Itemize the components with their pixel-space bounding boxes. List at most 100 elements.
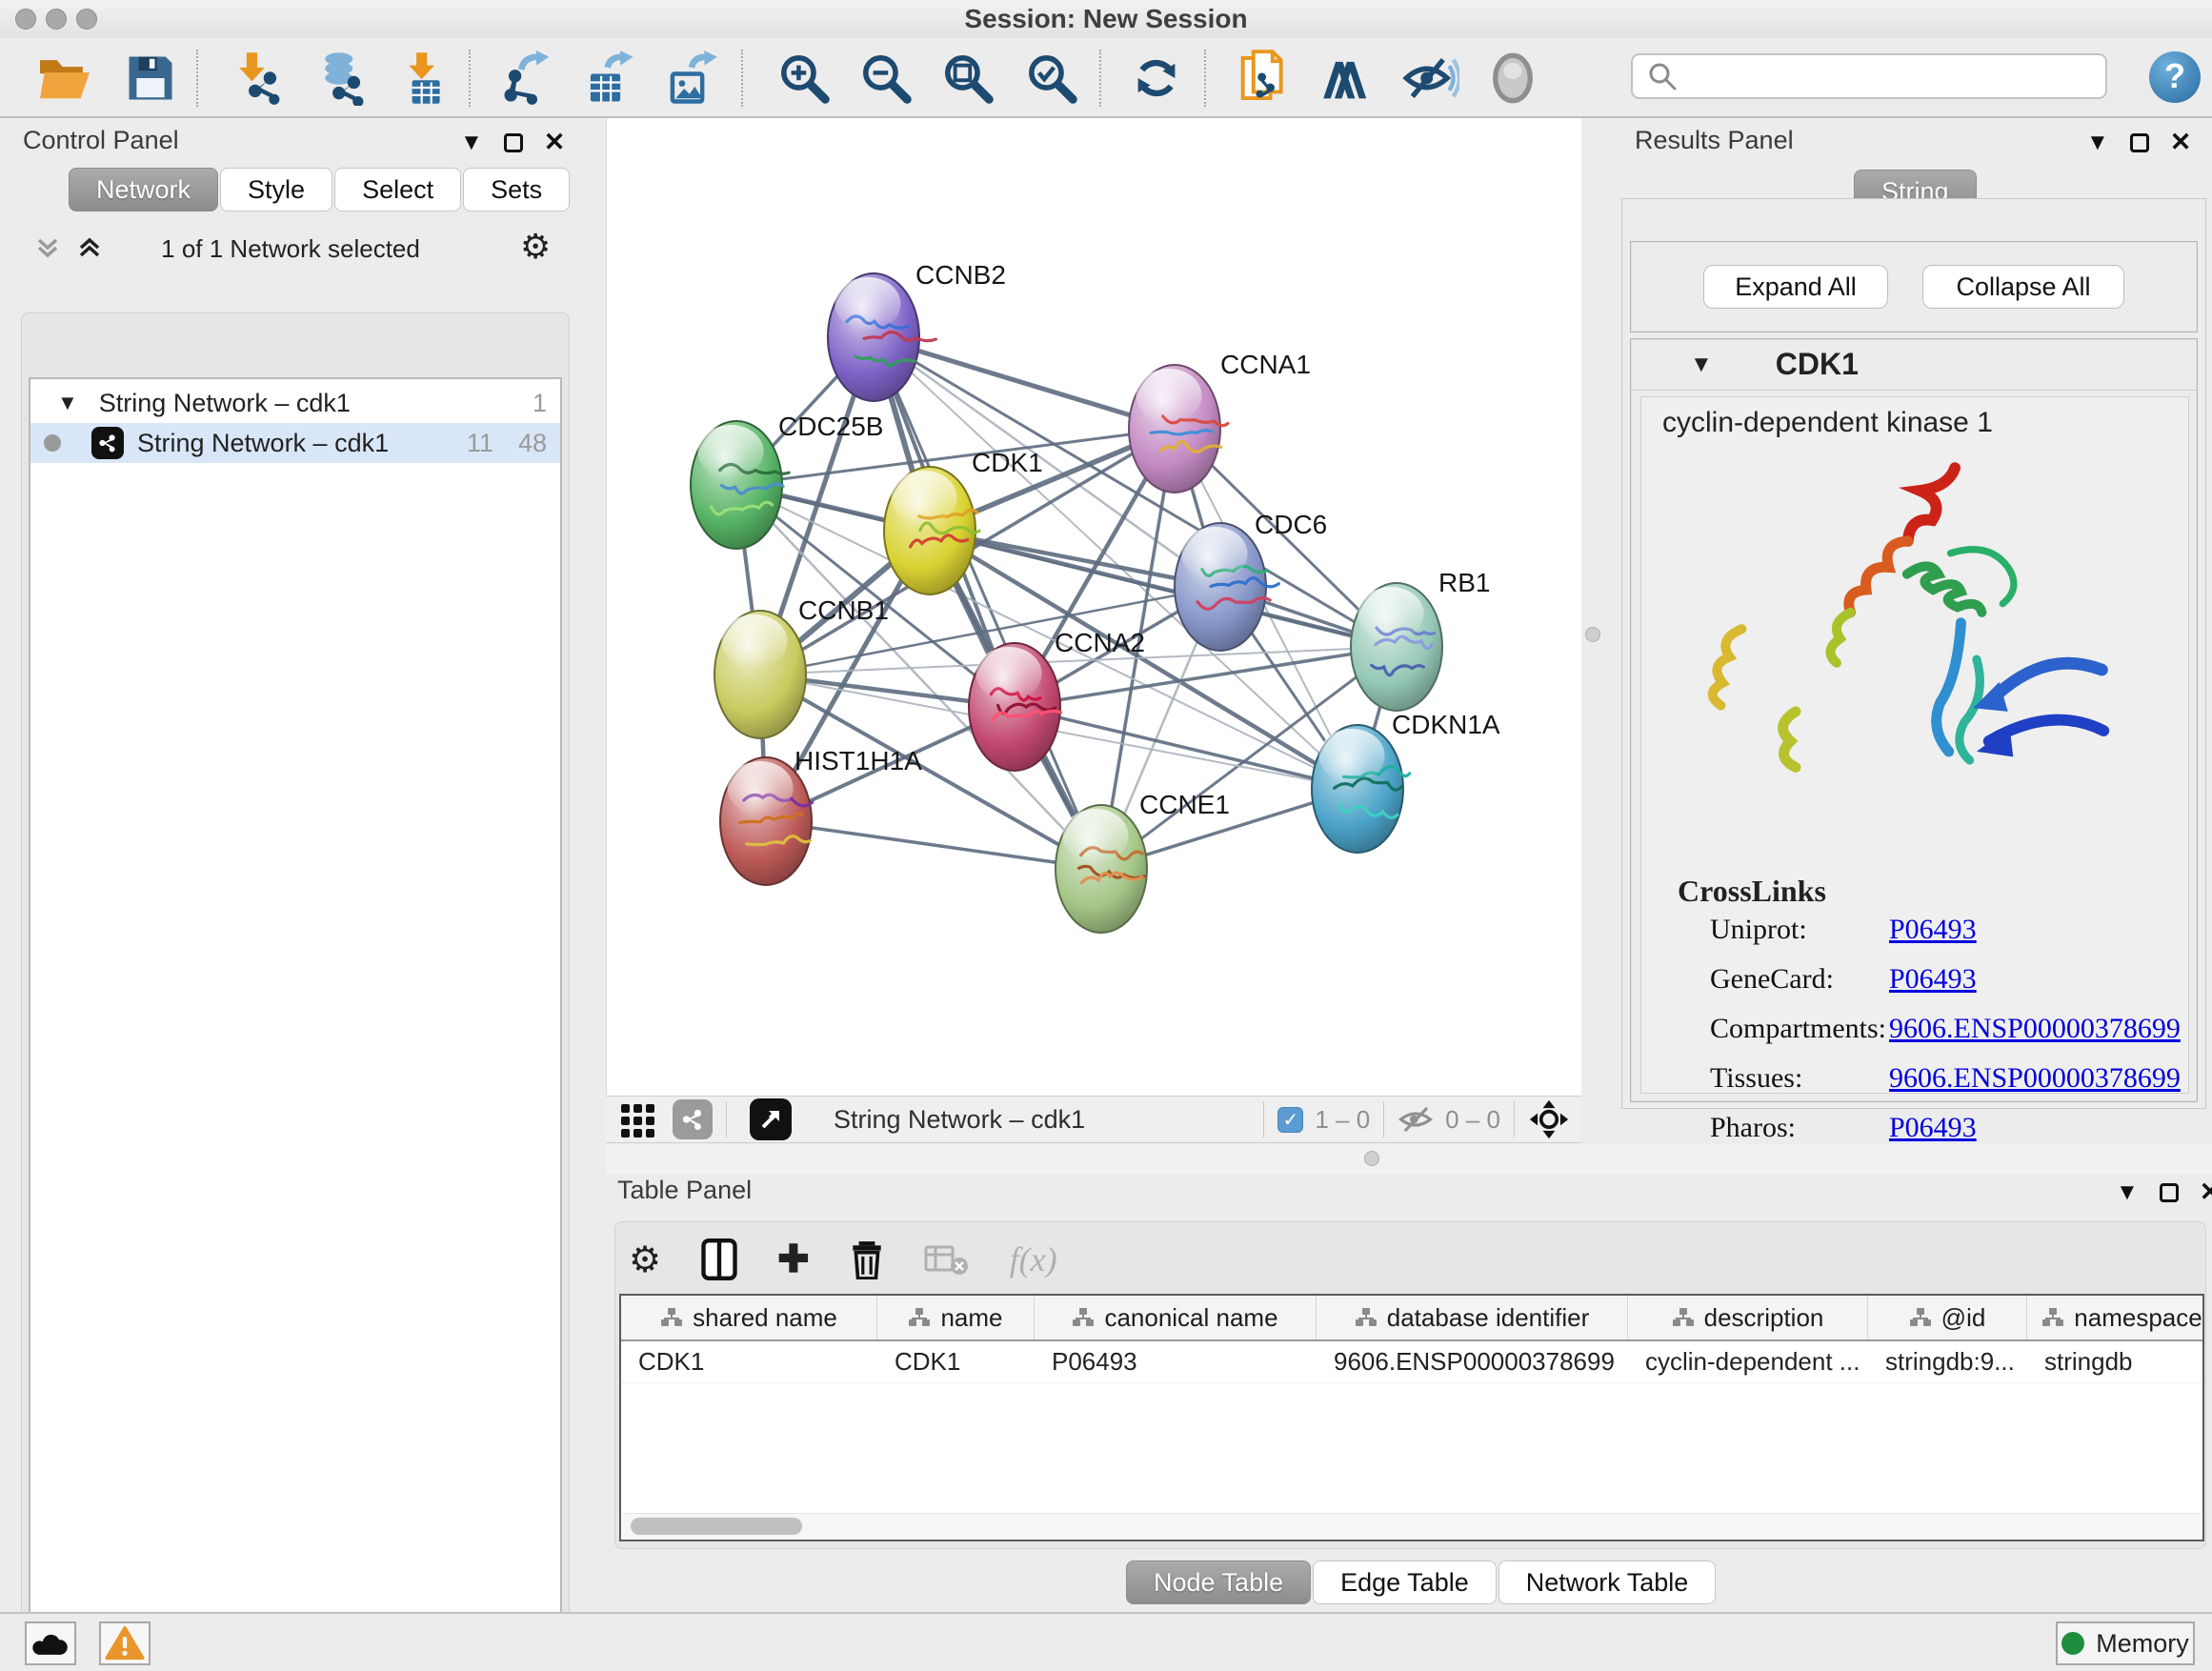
close-panel-icon[interactable]: ✕ xyxy=(544,128,566,157)
collapse-all-networks-icon[interactable] xyxy=(34,234,61,261)
clone-network-icon[interactable] xyxy=(1235,48,1296,109)
collection-expand-icon[interactable]: ▼ xyxy=(57,391,78,415)
network-node-RB1[interactable]: RB1 xyxy=(1351,568,1490,711)
save-session-icon[interactable] xyxy=(120,48,181,109)
column-header-name[interactable]: name xyxy=(877,1296,1035,1339)
panel-menu-icon[interactable]: ▼ xyxy=(460,130,483,156)
column-header-@id[interactable]: @id xyxy=(1868,1296,2027,1339)
column-header-database-identifier[interactable]: database identifier xyxy=(1317,1296,1628,1339)
fit-content-crosshair-icon[interactable] xyxy=(1528,1098,1570,1140)
network-options-gear-icon[interactable]: ⚙ xyxy=(520,227,551,267)
export-image-icon[interactable] xyxy=(661,48,722,109)
vertical-splitter[interactable] xyxy=(1581,118,1621,1155)
tab-edge-table[interactable]: Edge Table xyxy=(1313,1560,1497,1604)
column-header-namespace[interactable]: namespace xyxy=(2027,1296,2204,1339)
close-panel-icon[interactable]: ✕ xyxy=(2200,1178,2212,1207)
network-node-CCNE1[interactable]: CCNE1 xyxy=(1056,790,1230,933)
column-header-description[interactable]: description xyxy=(1628,1296,1868,1339)
crosslink-row: GeneCard:P06493 xyxy=(1641,963,2188,1013)
crosslink-link[interactable]: P06493 xyxy=(1889,914,1977,946)
expand-all-networks-icon[interactable] xyxy=(76,234,103,261)
import-network-database-icon[interactable] xyxy=(311,48,372,109)
network-node-CDC25B[interactable]: CDC25B xyxy=(691,412,883,549)
table-hscrollbar[interactable] xyxy=(623,1513,2201,1538)
zoom-fit-icon[interactable] xyxy=(937,48,998,109)
table-cell[interactable]: cyclin-dependent ... xyxy=(1628,1341,1868,1382)
network-edge[interactable] xyxy=(766,821,1101,869)
splitter-grip[interactable] xyxy=(1585,627,1600,642)
grid-view-icon[interactable] xyxy=(619,1100,657,1138)
crosslink-link[interactable]: 9606.ENSP00000378699 xyxy=(1889,1013,2181,1045)
network-node-CCNB2[interactable]: CCNB2 xyxy=(828,260,1006,401)
search-input[interactable] xyxy=(1686,62,2105,91)
selected-checkbox-icon[interactable]: ✓ xyxy=(1277,1107,1303,1133)
crosslink-label: Tissues: xyxy=(1710,1062,1802,1095)
export-network-icon[interactable] xyxy=(497,48,558,109)
tab-select[interactable]: Select xyxy=(334,168,461,211)
refresh-icon[interactable] xyxy=(1126,48,1187,109)
float-panel-icon[interactable] xyxy=(2160,1183,2179,1202)
scrollbar-thumb[interactable] xyxy=(631,1518,802,1535)
panel-menu-icon[interactable]: ▼ xyxy=(2116,1179,2139,1206)
crosslink-link[interactable]: 9606.ENSP00000378699 xyxy=(1889,1062,2181,1095)
network-badge-icon[interactable] xyxy=(673,1099,713,1139)
gene-collapse-icon[interactable]: ▼ xyxy=(1690,352,1713,378)
expand-all-button[interactable]: Expand All xyxy=(1703,265,1888,309)
table-cell[interactable]: P06493 xyxy=(1035,1341,1317,1382)
panel-menu-icon[interactable]: ▼ xyxy=(2086,130,2109,156)
collapse-all-button[interactable]: Collapse All xyxy=(1922,265,2124,309)
import-table-icon[interactable] xyxy=(394,48,455,109)
table-cell[interactable]: stringdb xyxy=(2027,1341,2204,1382)
memory-button[interactable]: Memory xyxy=(2056,1621,2195,1665)
zoom-in-icon[interactable] xyxy=(774,48,835,109)
status-bar: Memory xyxy=(0,1612,2212,1671)
birdseye-icon[interactable] xyxy=(1482,48,1543,109)
table-row[interactable]: CDK1CDK1P064939606.ENSP00000378699cyclin… xyxy=(621,1341,2202,1383)
network-row[interactable]: String Network – cdk1 11 48 xyxy=(30,423,560,463)
hide-graphics-icon[interactable] xyxy=(1400,48,1461,109)
float-panel-icon[interactable] xyxy=(2130,133,2149,152)
table-cell[interactable]: CDK1 xyxy=(877,1341,1035,1382)
memory-label: Memory xyxy=(2096,1629,2189,1659)
zoom-out-icon[interactable] xyxy=(855,48,916,109)
network-edge[interactable] xyxy=(874,337,1101,869)
collection-name: String Network – cdk1 xyxy=(99,389,351,418)
network-edge[interactable] xyxy=(1015,707,1357,789)
network-collection-row[interactable]: ▼ String Network – cdk1 1 xyxy=(30,383,560,423)
table-cell[interactable]: stringdb:9... xyxy=(1868,1341,2027,1382)
tab-style[interactable]: Style xyxy=(220,168,332,211)
tab-network[interactable]: Network xyxy=(69,168,218,211)
network-node-CCNA2[interactable]: CCNA2 xyxy=(969,628,1145,771)
column-header-shared-name[interactable]: shared name xyxy=(621,1296,877,1339)
import-network-file-icon[interactable] xyxy=(227,48,288,109)
crosslink-link[interactable]: P06493 xyxy=(1889,1112,1977,1144)
column-header-canonical-name[interactable]: canonical name xyxy=(1035,1296,1317,1339)
show-columns-icon[interactable] xyxy=(701,1238,737,1280)
tab-node-table[interactable]: Node Table xyxy=(1126,1560,1311,1604)
delete-column-icon[interactable] xyxy=(850,1239,884,1279)
network-node-CCNB1[interactable]: CCNB1 xyxy=(714,595,889,738)
network-node-CDC6[interactable]: CDC6 xyxy=(1175,510,1327,651)
float-panel-icon[interactable] xyxy=(504,133,523,152)
close-panel-icon[interactable]: ✕ xyxy=(2170,128,2192,157)
table-cell[interactable]: CDK1 xyxy=(621,1341,877,1382)
create-column-icon[interactable]: ✚ xyxy=(777,1238,810,1281)
export-table-icon[interactable] xyxy=(579,48,640,109)
warnings-button[interactable] xyxy=(99,1621,151,1665)
cloud-button[interactable] xyxy=(25,1621,76,1665)
table-options-gear-icon[interactable]: ⚙ xyxy=(629,1238,661,1281)
table-cell[interactable]: 9606.ENSP00000378699 xyxy=(1317,1341,1628,1382)
help-button[interactable]: ? xyxy=(2149,51,2201,103)
zoom-selected-icon[interactable] xyxy=(1021,48,1082,109)
first-neighbors-icon[interactable] xyxy=(1318,48,1379,109)
crosslink-link[interactable]: P06493 xyxy=(1889,963,1977,996)
network-node-HIST1H1A[interactable]: HIST1H1A xyxy=(720,746,922,885)
network-node-CDKN1A[interactable]: CDKN1A xyxy=(1312,710,1500,853)
network-canvas[interactable]: CCNB2CCNA1CDC25BCDK1CDC6RB1CCNB1CCNA2CDK… xyxy=(606,118,1581,1096)
tab-sets[interactable]: Sets xyxy=(463,168,570,211)
open-session-icon[interactable] xyxy=(34,48,95,109)
network-node-CCNA1[interactable]: CCNA1 xyxy=(1129,350,1311,493)
tab-network-table[interactable]: Network Table xyxy=(1498,1560,1717,1604)
splitter-grip[interactable] xyxy=(1364,1151,1379,1166)
detach-view-icon[interactable] xyxy=(750,1098,792,1140)
